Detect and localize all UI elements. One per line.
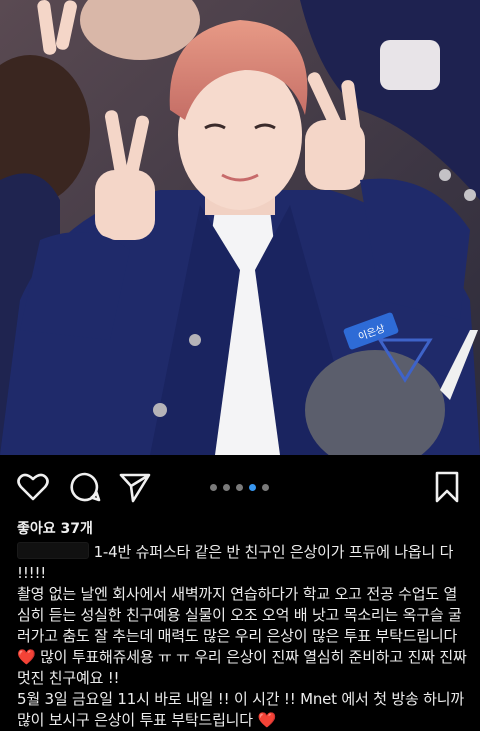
paper-plane-icon[interactable]: [118, 470, 152, 504]
caption-paragraph-2b: 많이 투표해쥬세용 ㅠ ㅠ 우리 은상이 진짜 열심히 준비하고 진짜 진짜 멋…: [17, 648, 467, 687]
carousel-dot: [223, 484, 230, 491]
bookmark-icon[interactable]: [430, 470, 464, 504]
likes-count[interactable]: 좋아요 37개: [17, 518, 93, 538]
redacted-username: [17, 542, 89, 559]
carousel-dot: [210, 484, 217, 491]
caption-paragraph-2: 촬영 없는 날엔 회사에서 새벽까지 연습하다가 학교 오고 전공 수업도 열심…: [17, 585, 462, 645]
action-bar: [0, 462, 480, 512]
carousel-dot-active: [249, 484, 256, 491]
post-photo[interactable]: 이은상: [0, 0, 480, 455]
caption-line1-a: 1-4반 슈퍼스타 같은 반 친구인 은상이가 프듀에 나옵니: [93, 543, 436, 561]
heart-outline-icon[interactable]: [16, 470, 50, 504]
carousel-dot: [262, 484, 269, 491]
caption-paragraph-3: 5월 3일 금요일 11시 바로 내일 !! 이 시간 !! Mnet 에서 첫…: [17, 690, 464, 729]
post-photo-illustration: 이은상: [0, 0, 480, 455]
comment-bubble-icon[interactable]: [68, 470, 102, 504]
heart-emoji-icon: ❤️: [17, 648, 36, 666]
heart-emoji-icon: ❤️: [257, 711, 276, 729]
carousel-dot: [236, 484, 243, 491]
post-caption: 1-4반 슈퍼스타 같은 반 친구인 은상이가 프듀에 나옵니 다 !!!!! …: [17, 542, 469, 731]
carousel-indicator: [210, 484, 269, 491]
